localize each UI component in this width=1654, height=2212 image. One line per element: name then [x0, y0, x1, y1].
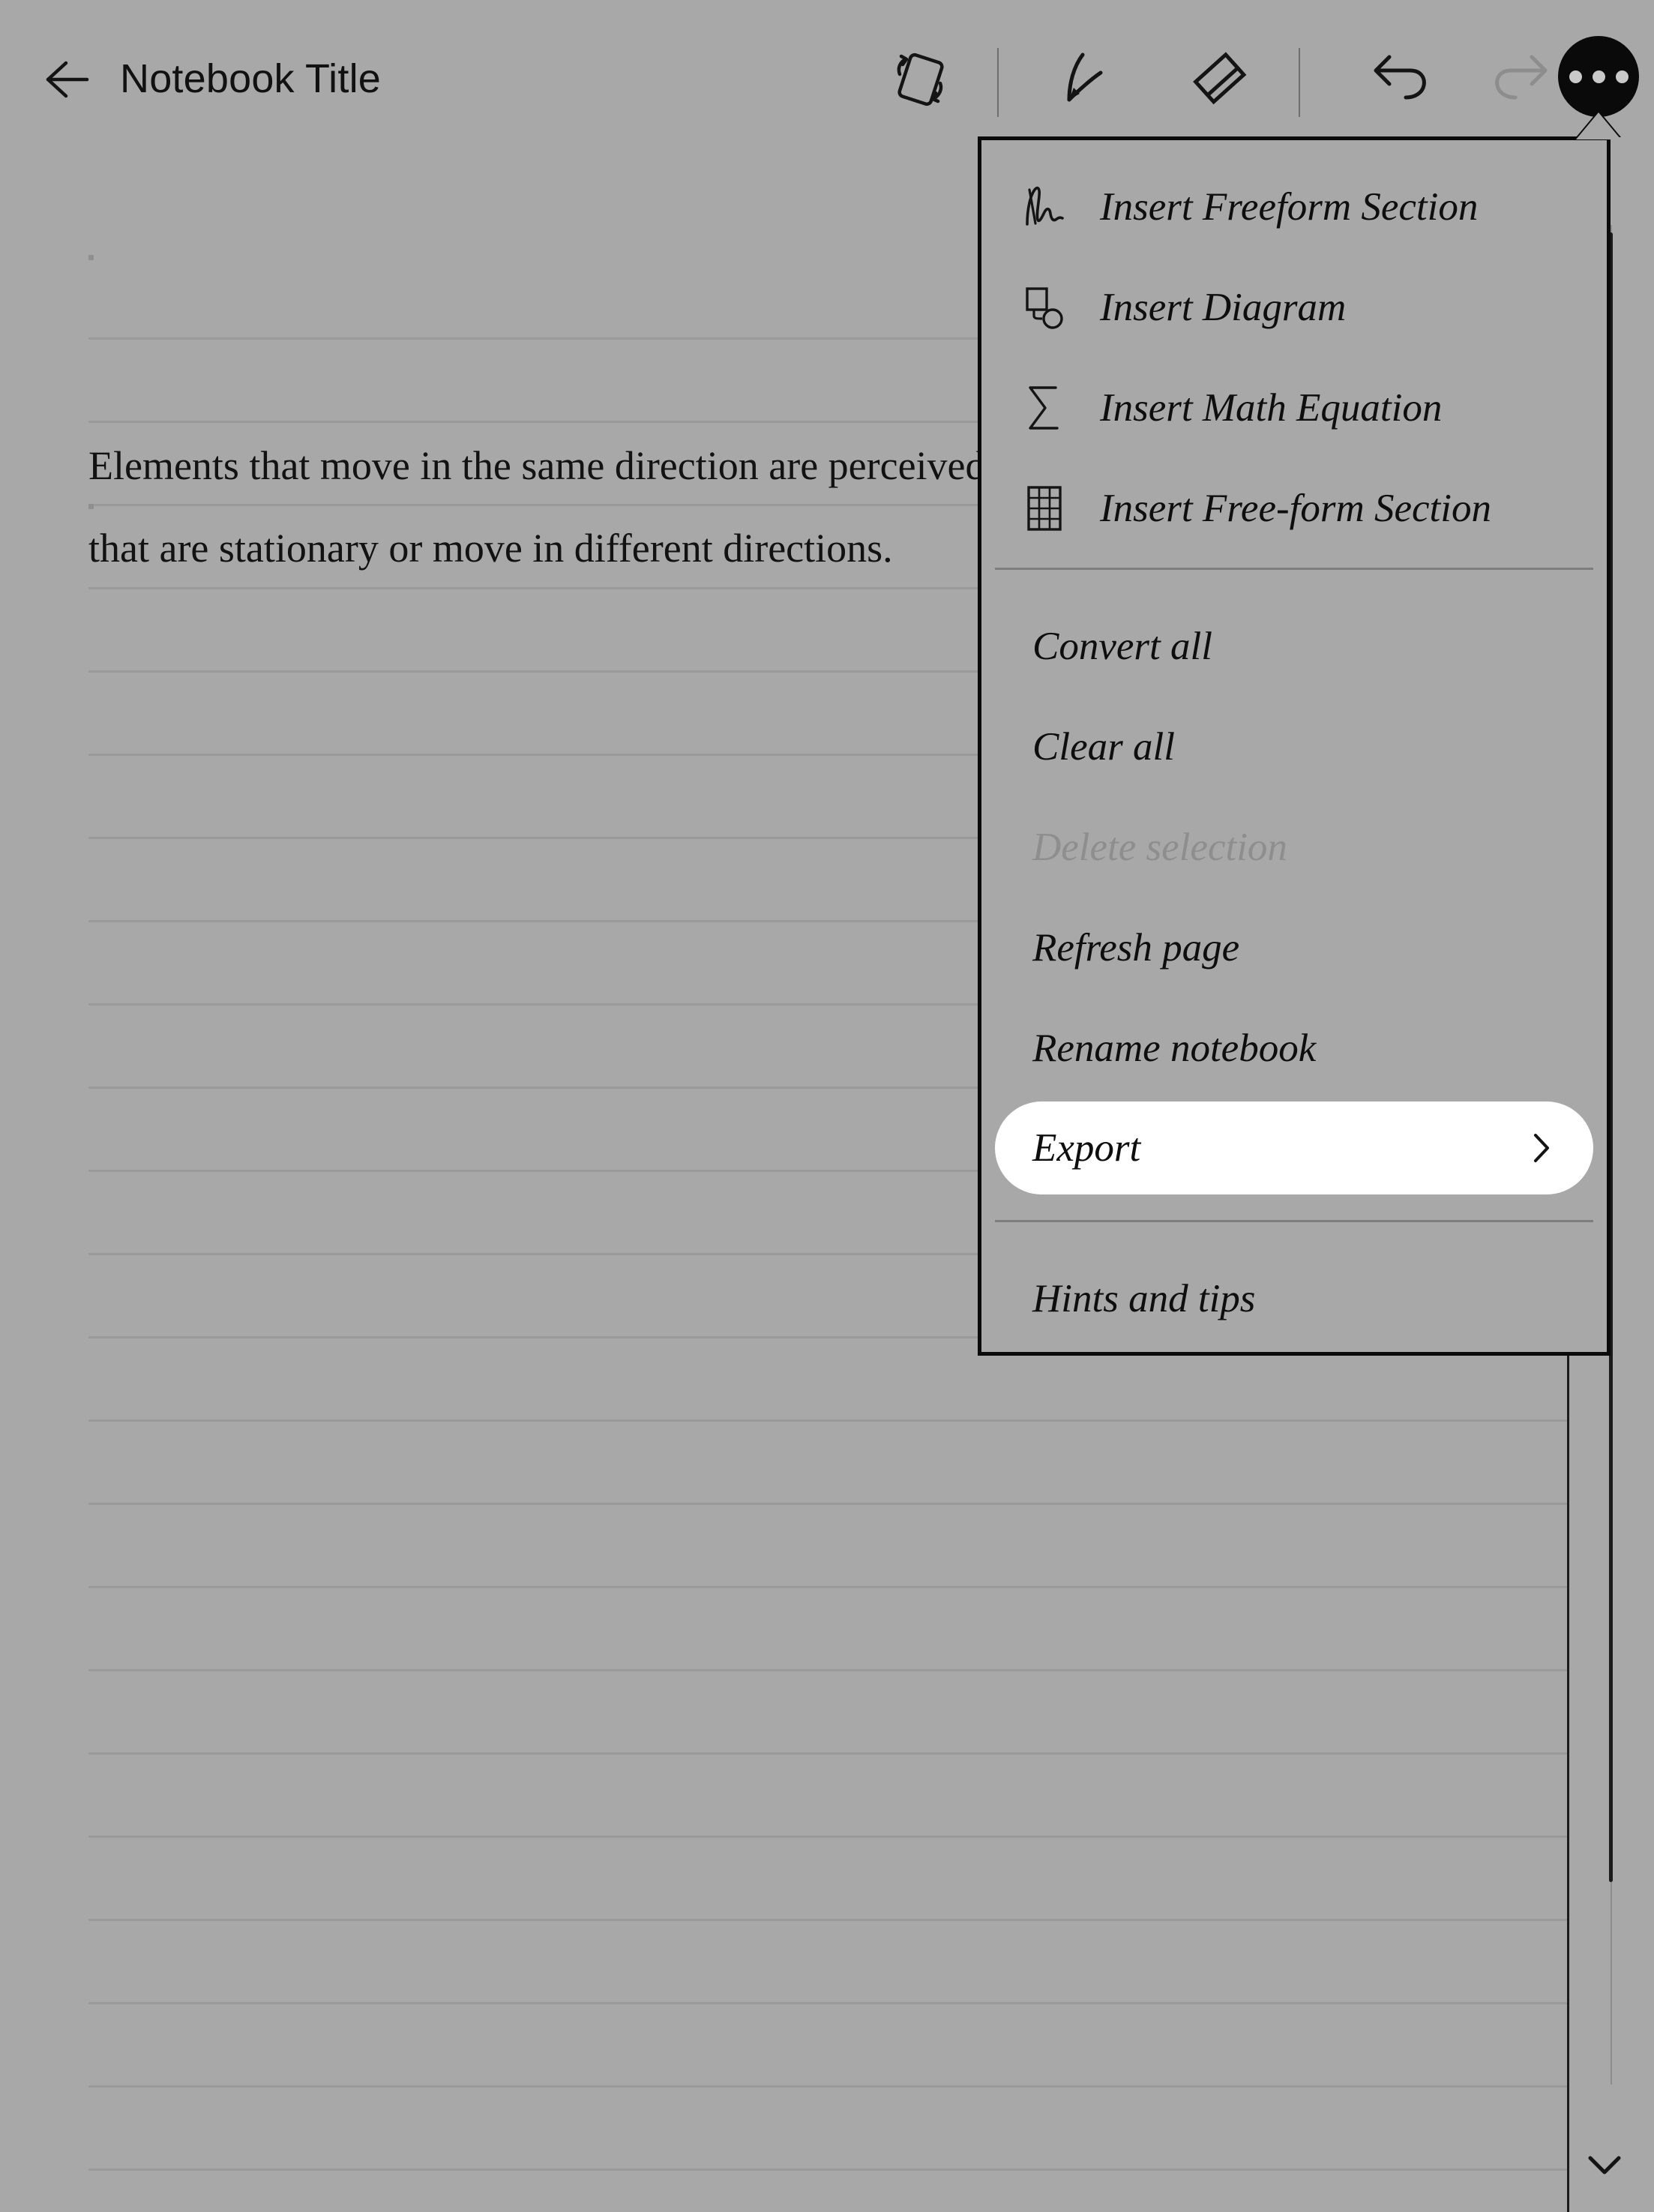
menu-item-label: Insert Math Equation	[1100, 386, 1443, 430]
table-grid-icon	[1008, 483, 1080, 534]
redo-button[interactable]	[1477, 41, 1567, 116]
margin-tick	[88, 255, 94, 260]
eraser-icon	[1193, 52, 1247, 105]
menu-item-hints-and-tips[interactable]: Hints and tips	[981, 1248, 1607, 1349]
arrow-left-icon	[46, 61, 89, 98]
menu-item-label: Convert all	[1032, 625, 1212, 668]
more-dots-icon	[1592, 70, 1605, 83]
toolbar-divider-2	[1299, 48, 1300, 117]
menu-item-label: Clear all	[1032, 725, 1175, 769]
menu-item-insert-math-equation[interactable]: Insert Math Equation	[981, 358, 1607, 458]
redo-icon	[1495, 55, 1548, 100]
diagram-icon	[1008, 283, 1080, 332]
notebook-app: Notebook Title Elements that move in the…	[0, 0, 1654, 2212]
menu-item-clear-all[interactable]: Clear all	[981, 697, 1607, 797]
menu-item-insert-diagram[interactable]: Insert Diagram	[981, 257, 1607, 358]
menu-item-convert-all[interactable]: Convert all	[981, 596, 1607, 697]
top-toolbar: Notebook Title	[0, 0, 1654, 157]
menu-divider	[995, 1220, 1593, 1222]
more-dots-icon	[1569, 70, 1582, 83]
toolbar-divider-1	[997, 48, 999, 117]
more-dots-icon	[1615, 70, 1629, 83]
undo-icon	[1374, 55, 1426, 100]
menu-item-insert-freeform-section[interactable]: Insert Freeform Section	[981, 157, 1607, 257]
menu-item-export[interactable]: Export	[995, 1102, 1593, 1194]
menu-item-refresh-page[interactable]: Refresh page	[981, 898, 1607, 998]
menu-item-label: Delete selection	[1032, 826, 1287, 869]
eraser-button[interactable]	[1174, 41, 1264, 116]
chevron-right-icon	[1533, 1133, 1550, 1163]
menu-item-label: Insert Free-form Section	[1100, 487, 1492, 530]
margin-tick	[88, 504, 94, 509]
scribble-icon	[1008, 182, 1080, 232]
back-button[interactable]	[43, 57, 90, 102]
chevron-down-icon	[1588, 2156, 1621, 2175]
menu-caret	[1576, 112, 1621, 139]
pen-button[interactable]	[1047, 41, 1137, 116]
menu-item-label: Rename notebook	[1032, 1027, 1317, 1070]
menu-item-insert-free-form-section[interactable]: Insert Free-form Section	[981, 458, 1607, 559]
rotate-page-icon	[897, 52, 944, 106]
menu-item-label: Hints and tips	[1032, 1277, 1256, 1320]
menu-item-rename-notebook[interactable]: Rename notebook	[981, 998, 1607, 1099]
menu-divider	[995, 568, 1593, 570]
more-options-menu: Insert Freeform Section Insert Diagram I…	[978, 136, 1611, 1356]
menu-item-delete-selection: Delete selection	[981, 797, 1607, 898]
scroll-down-button[interactable]	[1588, 2156, 1621, 2175]
rotate-page-button[interactable]	[874, 41, 964, 116]
pen-icon	[1067, 52, 1103, 102]
page-title: Notebook Title	[120, 56, 381, 101]
sigma-icon	[1008, 382, 1080, 434]
more-options-button[interactable]	[1558, 36, 1639, 117]
menu-item-label: Insert Diagram	[1100, 286, 1347, 329]
menu-item-label: Insert Freeform Section	[1100, 185, 1479, 229]
menu-item-label: Refresh page	[1032, 926, 1240, 970]
undo-button[interactable]	[1354, 41, 1444, 116]
menu-item-label: Export	[1032, 1126, 1141, 1170]
